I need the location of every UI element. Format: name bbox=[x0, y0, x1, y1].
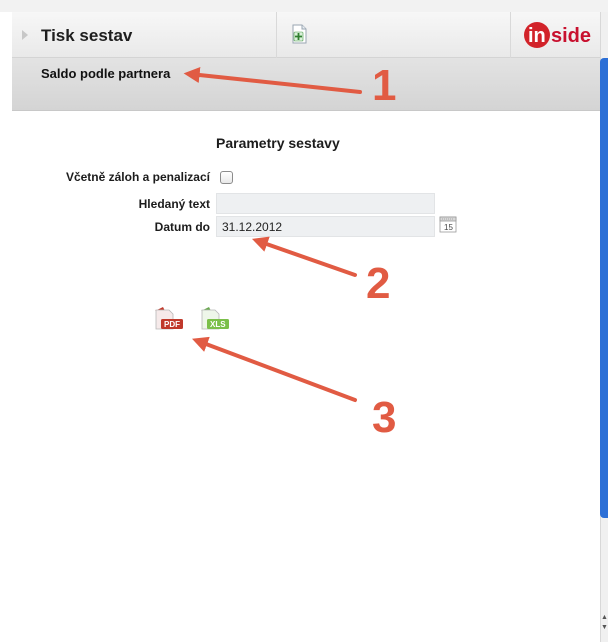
date-to-label: Datum do bbox=[154, 220, 210, 234]
date-to-input[interactable] bbox=[216, 216, 435, 237]
app-header: Tisk sestav in side bbox=[12, 12, 600, 58]
calendar-day: 15 bbox=[444, 223, 453, 232]
annotation-3: 3 bbox=[372, 393, 397, 442]
new-report-button[interactable] bbox=[288, 23, 310, 45]
export-xls-button[interactable]: XLS bbox=[198, 307, 232, 333]
include-deposits-checkbox[interactable] bbox=[220, 171, 233, 184]
top-strip bbox=[0, 0, 608, 12]
annotation-arrow-3 bbox=[192, 336, 357, 402]
add-document-icon bbox=[292, 24, 307, 44]
scroll-up-arrow[interactable]: ▲ bbox=[601, 614, 608, 622]
report-header: Saldo podle partnera bbox=[12, 58, 600, 111]
header-divider bbox=[510, 12, 511, 58]
xls-label: XLS bbox=[210, 320, 226, 329]
header-divider bbox=[276, 12, 277, 58]
pdf-export-icon: PDF bbox=[155, 307, 183, 330]
annotation-arrow-2 bbox=[251, 236, 357, 277]
annotation-2: 2 bbox=[366, 259, 391, 308]
search-text-label: Hledaný text bbox=[138, 197, 210, 211]
svg-text:in: in bbox=[528, 25, 546, 47]
search-text-input[interactable] bbox=[216, 193, 435, 214]
calendar-button[interactable]: 15 bbox=[439, 216, 457, 233]
section-title: Parametry sestavy bbox=[216, 135, 340, 151]
annotation-1: 1 bbox=[372, 61, 397, 110]
xls-export-icon: XLS bbox=[201, 307, 229, 330]
expand-triangle-icon[interactable] bbox=[22, 30, 28, 40]
include-deposits-label: Včetně záloh a penalizací bbox=[65, 170, 210, 184]
calendar-icon: 15 bbox=[439, 216, 457, 233]
scrollbar-thumb[interactable] bbox=[600, 58, 608, 518]
svg-text:side: side bbox=[551, 25, 591, 47]
report-title: Saldo podle partnera bbox=[41, 66, 171, 81]
export-pdf-button[interactable]: PDF bbox=[152, 307, 186, 333]
page-title: Tisk sestav bbox=[41, 26, 133, 45]
pdf-label: PDF bbox=[164, 320, 180, 329]
inside-logo: in side bbox=[524, 21, 600, 49]
scroll-down-arrow[interactable]: ▼ bbox=[601, 624, 608, 632]
